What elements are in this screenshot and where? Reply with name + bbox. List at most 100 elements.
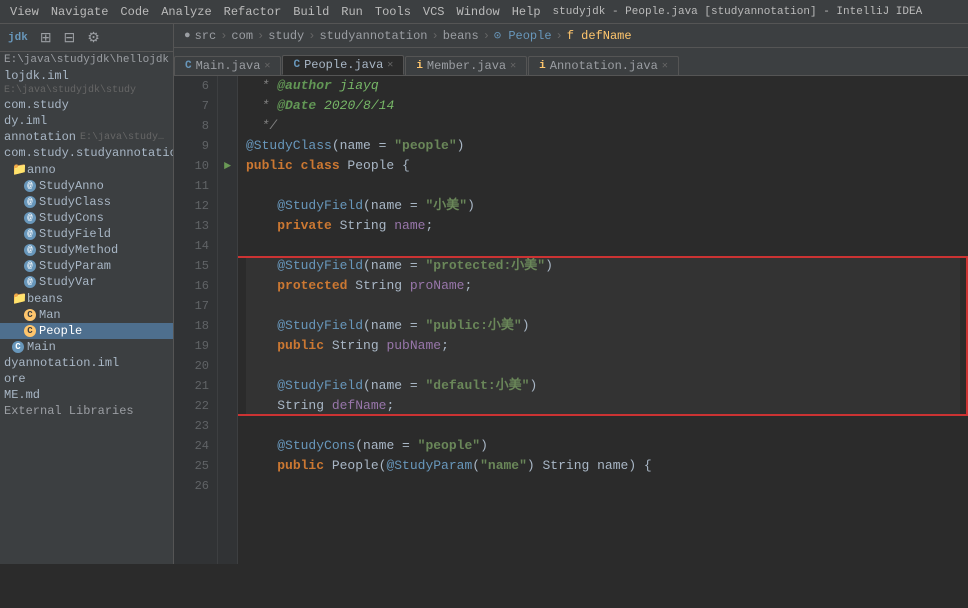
collapse-button[interactable]: ⊟ xyxy=(60,27,80,48)
menu-window[interactable]: Window xyxy=(451,0,506,23)
code-line: protected String proName; xyxy=(246,276,960,296)
tab-Annotation[interactable]: i Annotation.java ✕ xyxy=(528,56,679,75)
line-numbers: 67891011121314151617181920212223242526 xyxy=(174,76,218,564)
editor-area[interactable]: 67891011121314151617181920212223242526► … xyxy=(174,76,968,564)
code-line xyxy=(246,296,960,316)
code-line: * @Date 2020/8/14 xyxy=(246,96,960,116)
tab-label: Annotation.java xyxy=(550,59,658,73)
editor-panel: ● src › com › study › studyannotation › … xyxy=(174,24,968,564)
sidebar-dyiml[interactable]: dy.iml xyxy=(0,113,173,129)
code-line: private String name; xyxy=(246,216,960,236)
sidebar-dyannotation-iml[interactable]: dyannotation.iml xyxy=(0,355,173,371)
sidebar-path-study: E:\java\studyjdk\study xyxy=(0,84,173,97)
code-line: */ xyxy=(246,116,960,136)
sidebar-com-study-annotation[interactable]: com.study.studyannotation xyxy=(0,145,173,161)
sidebar-annotation[interactable]: annotation E:\java\studyjdk\stu xyxy=(0,129,173,145)
close-tab-people[interactable]: ✕ xyxy=(387,59,393,71)
sidebar-ore[interactable]: ore xyxy=(0,371,173,387)
menu-help[interactable]: Help xyxy=(506,0,547,23)
annotation-icon: @ xyxy=(24,196,36,208)
main-layout: jdk ⊞ ⊟ ⚙ E:\java\studyjdk\hellojdk lojd… xyxy=(0,24,968,564)
sidebar-project-path: E:\java\studyjdk\hellojdk xyxy=(0,52,173,68)
sidebar-external-libs[interactable]: External Libraries xyxy=(0,403,173,419)
menu-refactor[interactable]: Refactor xyxy=(218,0,288,23)
sidebar-StudyField[interactable]: @ StudyField xyxy=(0,226,173,242)
expand-button[interactable]: ⊞ xyxy=(36,27,56,48)
sidebar-People[interactable]: C People xyxy=(0,323,173,339)
tab-class-icon: C xyxy=(185,60,192,72)
menu-view[interactable]: View xyxy=(4,0,45,23)
sidebar-content: E:\java\studyjdk\hellojdk lojdk.iml E:\j… xyxy=(0,52,173,564)
code-line xyxy=(246,236,960,256)
code-line: @StudyField(name = "protected:小美") xyxy=(246,256,960,276)
annotation-icon: @ xyxy=(24,212,36,224)
class-icon: C xyxy=(12,341,24,353)
code-line: @StudyField(name = "default:小美") xyxy=(246,376,960,396)
tab-label: Member.java xyxy=(427,59,506,73)
tabs-bar: C Main.java ✕ C People.java ✕ i Member.j… xyxy=(174,48,968,76)
sidebar-StudyClass[interactable]: @ StudyClass xyxy=(0,194,173,210)
class-icon: C xyxy=(24,309,36,321)
settings-button[interactable]: ⚙ xyxy=(83,27,104,48)
code-line: @StudyCons(name = "people") xyxy=(246,436,960,456)
sidebar-MEmd[interactable]: ME.md xyxy=(0,387,173,403)
tab-label: Main.java xyxy=(196,59,261,73)
annotation-icon: @ xyxy=(24,228,36,240)
annotation-icon: @ xyxy=(24,180,36,192)
sidebar-StudyCons[interactable]: @ StudyCons xyxy=(0,210,173,226)
sidebar-anno-folder[interactable]: 📁 anno xyxy=(0,161,173,178)
tab-Member[interactable]: i Member.java ✕ xyxy=(405,56,527,75)
sidebar-Man[interactable]: C Man xyxy=(0,307,173,323)
tab-label: People.java xyxy=(304,58,383,72)
annotation-icon: @ xyxy=(24,244,36,256)
code-line xyxy=(246,176,960,196)
sidebar-StudyMethod[interactable]: @ StudyMethod xyxy=(0,242,173,258)
sidebar-toolbar: jdk ⊞ ⊟ ⚙ xyxy=(0,24,173,52)
class-icon: C xyxy=(24,325,36,337)
menu-code[interactable]: Code xyxy=(114,0,155,23)
sidebar: jdk ⊞ ⊟ ⚙ E:\java\studyjdk\hellojdk lojd… xyxy=(0,24,174,564)
folder-icon: 📁 xyxy=(12,162,27,177)
menu-vcs[interactable]: VCS xyxy=(417,0,451,23)
sidebar-comstudy[interactable]: com.study xyxy=(0,97,173,113)
menu-bar: View Navigate Code Analyze Refactor Buil… xyxy=(0,0,968,24)
close-tab-main[interactable]: ✕ xyxy=(264,60,270,72)
code-lines: * @author jiayq * @Date 2020/8/14 */@Stu… xyxy=(238,76,968,564)
annotation-icon: @ xyxy=(24,276,36,288)
close-tab-member[interactable]: ✕ xyxy=(510,60,516,72)
annotation-icon: @ xyxy=(24,260,36,272)
code-line: * @author jiayq xyxy=(246,76,960,96)
code-line xyxy=(246,476,960,496)
menu-navigate[interactable]: Navigate xyxy=(45,0,115,23)
tab-People[interactable]: C People.java ✕ xyxy=(282,55,404,75)
sidebar-Main[interactable]: C Main xyxy=(0,339,173,355)
menu-run[interactable]: Run xyxy=(335,0,369,23)
close-tab-annotation[interactable]: ✕ xyxy=(662,60,668,72)
gutter: ► xyxy=(218,76,238,564)
sidebar-StudyAnno[interactable]: @ StudyAnno xyxy=(0,178,173,194)
sidebar-beans-folder[interactable]: 📁 beans xyxy=(0,290,173,307)
editor-content: 67891011121314151617181920212223242526► … xyxy=(174,76,968,564)
tab-interface-icon: i xyxy=(539,60,546,72)
tab-interface-icon: i xyxy=(416,60,423,72)
code-line: public class People { xyxy=(246,156,960,176)
code-line xyxy=(246,356,960,376)
tab-Main[interactable]: C Main.java ✕ xyxy=(174,56,281,75)
menu-analyze[interactable]: Analyze xyxy=(155,0,217,23)
code-line: String defName; xyxy=(246,396,960,416)
tab-class-icon: C xyxy=(293,59,300,71)
folder-icon: 📁 xyxy=(12,291,27,306)
code-line xyxy=(246,416,960,436)
sidebar-StudyVar[interactable]: @ StudyVar xyxy=(0,274,173,290)
sidebar-StudyParam[interactable]: @ StudyParam xyxy=(0,258,173,274)
code-line: @StudyField(name = "public:小美") xyxy=(246,316,960,336)
sidebar-lojdk[interactable]: lojdk.iml xyxy=(0,68,173,84)
menu-tools[interactable]: Tools xyxy=(369,0,417,23)
breadcrumb: ● src › com › study › studyannotation › … xyxy=(174,24,968,48)
code-line: public People(@StudyParam("name") String… xyxy=(246,456,960,476)
code-line: public String pubName; xyxy=(246,336,960,356)
sidebar-project-label: jdk xyxy=(4,32,32,44)
menu-build[interactable]: Build xyxy=(287,0,335,23)
code-line: @StudyField(name = "小美") xyxy=(246,196,960,216)
code-line: @StudyClass(name = "people") xyxy=(246,136,960,156)
